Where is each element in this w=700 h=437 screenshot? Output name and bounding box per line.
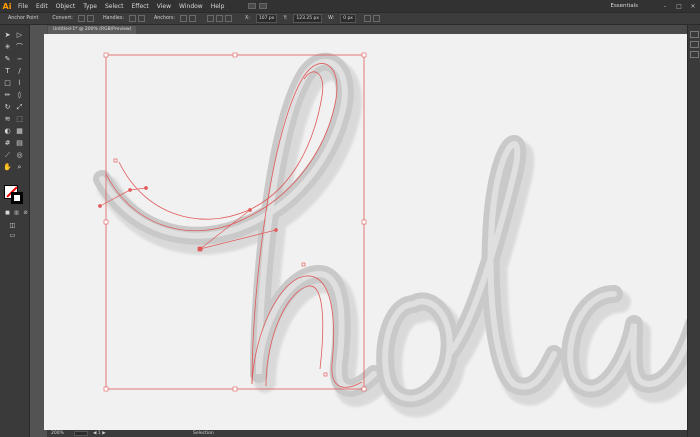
canvas-area[interactable]: [30, 34, 687, 430]
color-mode-icon[interactable]: ■: [3, 209, 12, 218]
anchors-label: Anchors:: [153, 16, 175, 21]
distribute-icon[interactable]: [225, 15, 232, 22]
status-bar: 200% ◀ 1 ▶ Selection: [47, 430, 687, 437]
rectangle-tool-icon[interactable]: □: [3, 79, 12, 88]
menu-help[interactable]: Help: [207, 3, 229, 10]
x-field[interactable]: 107 px: [255, 14, 278, 23]
artwork-svg[interactable]: [44, 34, 687, 430]
menu-type[interactable]: Type: [79, 3, 101, 10]
lettering-hola: [93, 52, 687, 408]
artboard-navigation[interactable]: ◀ 1 ▶: [93, 430, 106, 437]
bridge-buttons: [248, 3, 268, 9]
illustrator-logo: Ai: [2, 1, 12, 11]
eraser-icon[interactable]: ◊: [15, 91, 24, 100]
close-button[interactable]: ✕: [686, 3, 700, 10]
zoom-level[interactable]: 200%: [51, 430, 64, 437]
shape-builder-icon[interactable]: ◐: [3, 127, 12, 136]
eyedropper-icon[interactable]: ⟋: [3, 151, 12, 160]
convert-smooth-icon[interactable]: [86, 15, 94, 22]
menu-window[interactable]: Window: [175, 3, 207, 10]
blend-icon[interactable]: ◎: [15, 151, 24, 160]
convert-corner-icon[interactable]: [77, 15, 85, 22]
pencil-icon[interactable]: ✏: [3, 91, 12, 100]
paintbrush-icon[interactable]: ⌇: [15, 79, 24, 88]
tools-panel: ➤ ▷ ✳ ⌒ ✎ ∽ T / □ ⌇ ✏ ◊ ↻ ⤢ ≋ ⬚ ◐ ▦ # ▤ …: [0, 25, 30, 437]
handles-label: Handles:: [102, 16, 124, 21]
menu-object[interactable]: Object: [52, 3, 80, 10]
magic-wand-icon[interactable]: ✳: [3, 43, 12, 52]
bridge-icon[interactable]: [248, 3, 257, 9]
perspective-icon[interactable]: ▦: [15, 127, 24, 136]
y-label: Y:: [283, 16, 288, 21]
gradient-mode-icon[interactable]: ▥: [12, 209, 21, 218]
link-icon[interactable]: [363, 15, 371, 22]
menu-edit[interactable]: Edit: [32, 3, 52, 10]
menu-effect[interactable]: Effect: [128, 3, 153, 10]
remove-anchor-icon[interactable]: [180, 15, 187, 22]
y-field[interactable]: 123.25 px: [293, 14, 323, 23]
connect-anchor-icon[interactable]: [189, 15, 196, 22]
menu-view[interactable]: View: [153, 3, 175, 10]
width-tool-icon[interactable]: ≋: [3, 115, 12, 124]
draw-mode-icon[interactable]: ◫: [8, 221, 17, 230]
show-handles-icon[interactable]: [128, 15, 136, 22]
line-tool-icon[interactable]: /: [15, 67, 24, 76]
minimize-button[interactable]: –: [658, 3, 672, 10]
convert-label: Convert:: [52, 16, 73, 21]
arrange-documents-icon[interactable]: [259, 3, 268, 9]
zoom-dropdown[interactable]: [74, 431, 88, 436]
gradient-icon[interactable]: ▤: [15, 139, 24, 148]
align-icon[interactable]: [216, 15, 223, 22]
curvature-icon[interactable]: ∽: [15, 55, 24, 64]
x-label: X:: [245, 16, 250, 21]
artboard[interactable]: [44, 34, 687, 430]
right-panel-dock: [687, 25, 700, 437]
screen-mode-icon[interactable]: ▭: [8, 231, 17, 240]
free-transform-icon[interactable]: ⬚: [15, 115, 24, 124]
stroke-swatch[interactable]: [11, 192, 23, 204]
artboard-number[interactable]: 1: [98, 431, 101, 436]
current-tool-status: Selection: [193, 431, 214, 436]
scale-icon[interactable]: ⤢: [15, 103, 24, 112]
zoom-tool-icon[interactable]: ⌕: [15, 163, 24, 172]
direct-selection-icon[interactable]: ▷: [15, 31, 24, 40]
control-bar: Anchor Point Convert: Handles: Anchors: …: [0, 12, 700, 25]
transform-icon[interactable]: [372, 15, 380, 22]
lasso-icon[interactable]: ⌒: [15, 43, 24, 52]
type-tool-icon[interactable]: T: [3, 67, 12, 76]
current-tool-label: Anchor Point: [8, 16, 39, 21]
maximize-button[interactable]: □: [672, 3, 686, 10]
w-label: W:: [328, 16, 335, 21]
isolate-icon[interactable]: [207, 15, 214, 22]
w-field[interactable]: 0 px: [340, 14, 356, 23]
document-tab-bar: Untitled-1* @ 200% (RGB/Preview): [47, 25, 687, 34]
workspace-switcher[interactable]: Essentials: [610, 3, 658, 9]
pen-tool-icon[interactable]: ✎: [3, 55, 12, 64]
menu-bar: Ai File Edit Object Type Select Effect V…: [0, 0, 700, 12]
menu-select[interactable]: Select: [101, 3, 128, 10]
layers-panel-icon[interactable]: [690, 51, 699, 58]
rotate-icon[interactable]: ↻: [3, 103, 12, 112]
hand-tool-icon[interactable]: ✋: [3, 163, 12, 172]
menu-file[interactable]: File: [14, 3, 32, 10]
mesh-icon[interactable]: #: [3, 139, 12, 148]
hide-handles-icon[interactable]: [137, 15, 145, 22]
properties-panel-icon[interactable]: [690, 41, 699, 48]
none-mode-icon[interactable]: ⊘: [21, 209, 30, 218]
document-tab[interactable]: Untitled-1* @ 200% (RGB/Preview): [48, 26, 137, 34]
panel-collapse-icon[interactable]: [690, 31, 699, 38]
selection-tool-icon[interactable]: ➤: [3, 31, 12, 40]
